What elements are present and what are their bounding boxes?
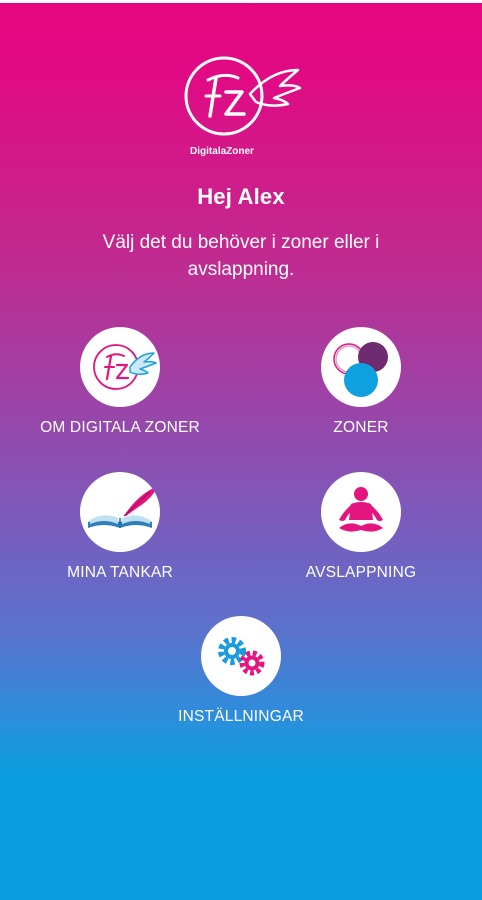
zones-circles-icon (333, 342, 388, 397)
menu-label: MINA TANKAR (67, 564, 173, 581)
menu-item-mina-tankar[interactable]: MINA TANKAR (35, 472, 205, 592)
om-digitala-zoner-button[interactable] (80, 327, 160, 407)
menu-item-avslappning[interactable]: AVSLAPPNING (276, 472, 446, 592)
menu-item-installningar[interactable]: INSTÄLLNINGAR (156, 616, 326, 736)
digitala-zoner-logo-icon (93, 344, 157, 390)
menu-item-om-digitala-zoner[interactable]: OM DIGITALA ZONER (35, 327, 205, 447)
menu-label: AVSLAPPNING (305, 564, 417, 581)
menu-item-zoner[interactable]: ZONER (276, 327, 446, 447)
app-logo: DigitalaZoner (176, 50, 306, 158)
logo-wordmark: DigitalaZoner (190, 146, 254, 157)
zoner-button[interactable] (321, 327, 401, 407)
meditation-icon (339, 487, 383, 532)
gears-icon (218, 637, 265, 676)
greeting-subtitle: Välj det du behöver i zoner eller i avsl… (102, 232, 380, 280)
digitala-zoner-logo-icon: DigitalaZoner (184, 56, 302, 157)
book-quill-icon (88, 486, 158, 528)
menu-label: ZONER (333, 419, 389, 436)
avslappning-button[interactable] (321, 472, 401, 552)
mina-tankar-button[interactable] (80, 472, 160, 552)
installningar-button[interactable] (201, 616, 281, 696)
home-screen: DigitalaZoner Hej Alex Välj det du behöv… (0, 0, 482, 900)
greeting-title: Hej Alex (197, 184, 285, 209)
menu-label: OM DIGITALA ZONER (40, 419, 200, 436)
menu-label: INSTÄLLNINGAR (178, 708, 304, 725)
status-strip (0, 0, 482, 3)
